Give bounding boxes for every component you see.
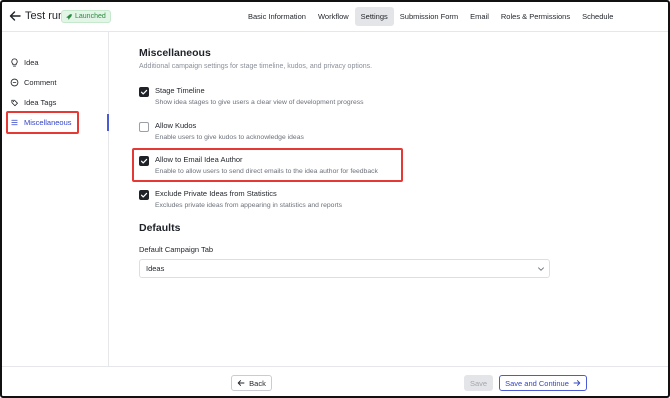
check-icon xyxy=(140,89,148,95)
main-content: Miscellaneous Additional campaign settin… xyxy=(109,32,668,366)
sidebar-item-comment[interactable]: Comment xyxy=(10,74,57,90)
option-description: Enable users to give kudos to acknowledg… xyxy=(155,134,304,141)
option-title: Allow Kudos xyxy=(155,121,197,130)
tab-workflow[interactable]: Workflow xyxy=(312,7,355,26)
sidebar-item-label: Comment xyxy=(24,77,57,87)
back-button[interactable]: Back xyxy=(231,375,272,391)
allow-kudos-checkbox[interactable] xyxy=(139,122,149,132)
back-button-label: Back xyxy=(249,378,266,388)
bulb-icon xyxy=(11,57,18,67)
select-value: Ideas xyxy=(146,264,165,273)
default-campaign-tab-label: Default Campaign Tab xyxy=(139,245,214,254)
default-campaign-tab-select[interactable]: Ideas xyxy=(139,259,550,278)
section-title: Miscellaneous xyxy=(139,47,211,59)
status-badge-label: Launched xyxy=(75,13,106,20)
tab-settings[interactable]: Settings xyxy=(354,7,394,26)
back-arrow-icon[interactable] xyxy=(8,9,22,23)
arrow-right-icon xyxy=(573,380,581,386)
option-allow-kudos: Allow Kudos Enable users to give kudos t… xyxy=(139,121,304,142)
chevron-down-icon xyxy=(538,267,544,271)
save-and-continue-label: Save and Continue xyxy=(505,378,569,388)
annotation-highlight-box xyxy=(132,148,403,182)
sidebar-item-label: Idea xyxy=(24,57,39,67)
settings-sidebar: Idea Comment Idea Tags Miscellaneous xyxy=(2,32,109,366)
sidebar-item-label: Idea Tags xyxy=(24,97,57,107)
tab-schedule[interactable]: Schedule xyxy=(576,7,619,26)
option-description: Show idea stages to give users a clear v… xyxy=(155,99,364,106)
defaults-section-title: Defaults xyxy=(139,222,181,234)
save-button[interactable]: Save xyxy=(464,375,493,391)
rocket-icon xyxy=(66,13,72,20)
option-title: Stage Timeline xyxy=(155,86,205,95)
status-badge: Launched xyxy=(61,10,111,23)
tag-icon xyxy=(11,99,18,106)
tab-email[interactable]: Email xyxy=(464,7,495,26)
page-title: Test run xyxy=(25,10,65,22)
top-bar: Test run Launched Basic Information Work… xyxy=(2,2,668,32)
option-description: Excludes private ideas from appearing in… xyxy=(155,202,343,209)
comment-icon xyxy=(10,78,19,86)
sidebar-item-idea-tags[interactable]: Idea Tags xyxy=(10,94,56,110)
tab-basic-information[interactable]: Basic Information xyxy=(242,7,312,26)
exclude-private-ideas-checkbox[interactable] xyxy=(139,190,149,200)
option-exclude-private-ideas: Exclude Private Ideas from Statistics Ex… xyxy=(139,189,342,210)
sidebar-item-idea[interactable]: Idea xyxy=(10,54,39,70)
settings-tabs: Basic Information Workflow Settings Subm… xyxy=(242,7,619,26)
tab-submission-form[interactable]: Submission Form xyxy=(394,7,464,26)
option-title: Exclude Private Ideas from Statistics xyxy=(155,189,277,198)
check-icon xyxy=(140,192,148,198)
stage-timeline-checkbox[interactable] xyxy=(139,87,149,97)
footer-bar: Back Save Save and Continue xyxy=(2,366,668,396)
annotation-highlight-box xyxy=(6,111,79,134)
arrow-left-icon xyxy=(237,380,245,386)
tab-roles-permissions[interactable]: Roles & Permissions xyxy=(495,7,576,26)
section-subtitle: Additional campaign settings for stage t… xyxy=(139,63,373,70)
app-window: Test run Launched Basic Information Work… xyxy=(0,0,670,398)
option-stage-timeline: Stage Timeline Show idea stages to give … xyxy=(139,86,364,107)
save-and-continue-button[interactable]: Save and Continue xyxy=(499,375,587,391)
